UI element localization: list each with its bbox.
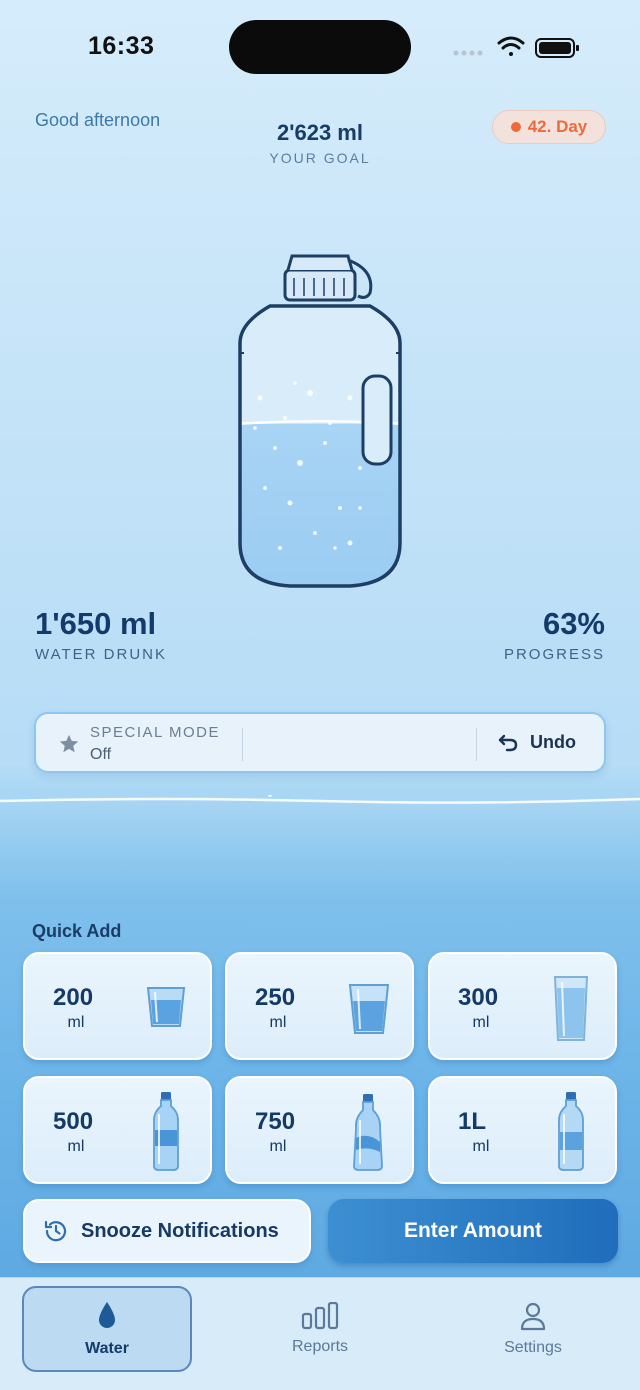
signal-icon	[453, 50, 483, 56]
tile-amount: 300	[458, 984, 499, 1011]
special-mode-toggle[interactable]: SPECIAL MODE Off	[36, 714, 242, 771]
tile-amount: 500	[53, 1108, 94, 1135]
quick-add-750[interactable]: 750 ml	[225, 1076, 414, 1184]
bar-chart-icon	[301, 1302, 339, 1330]
tab-bar: Water Reports Settings	[0, 1277, 640, 1390]
snooze-label: Snooze Notifications	[81, 1219, 279, 1242]
tall-glass-icon	[553, 976, 589, 1041]
undo-icon	[498, 734, 518, 751]
tile-unit: ml	[472, 1014, 490, 1031]
tile-amount: 750	[255, 1108, 296, 1135]
quick-add-200[interactable]: 200 ml	[23, 952, 212, 1060]
day-streak-badge[interactable]: 42. Day	[492, 110, 606, 144]
dynamic-island	[229, 20, 411, 74]
large-bottle-icon	[353, 1094, 383, 1171]
tab-settings[interactable]: Settings	[448, 1286, 618, 1372]
tile-unit: ml	[269, 1014, 287, 1031]
quick-add-title: Quick Add	[32, 921, 122, 941]
undo-label: Undo	[530, 732, 576, 752]
special-mode-value: Off	[90, 746, 112, 763]
small-glass-icon	[146, 987, 186, 1027]
tile-unit: ml	[269, 1138, 287, 1155]
wifi-icon	[497, 36, 525, 56]
special-mode-bar: SPECIAL MODE Off Undo	[34, 712, 606, 773]
water-tracker-screen: 16:33 Good afternoon 2'623 ml YOUR GOAL …	[0, 0, 640, 1390]
bottle-icon	[153, 1092, 179, 1171]
enter-amount-button[interactable]: Enter Amount	[328, 1199, 618, 1263]
tab-water[interactable]: Water	[22, 1286, 192, 1372]
water-bottle-illustration	[238, 254, 402, 588]
divider	[476, 728, 477, 761]
battery-icon	[535, 38, 579, 58]
divider	[242, 728, 243, 761]
snooze-notifications-button[interactable]: Snooze Notifications	[23, 1199, 311, 1263]
tile-unit: ml	[472, 1138, 490, 1155]
tab-reports[interactable]: Reports	[235, 1286, 405, 1372]
quick-add-250[interactable]: 250 ml	[225, 952, 414, 1060]
tile-unit: ml	[67, 1014, 85, 1031]
tile-unit: ml	[67, 1138, 85, 1155]
water-drop-icon	[99, 1302, 115, 1328]
quick-add-1l[interactable]: 1L ml	[428, 1076, 617, 1184]
water-drunk-value: 1'650 ml	[35, 606, 157, 641]
enter-amount-label: Enter Amount	[403, 1219, 543, 1242]
special-mode-title: SPECIAL MODE	[90, 724, 220, 741]
tab-reports-label: Reports	[291, 1338, 349, 1355]
tile-amount: 1L	[458, 1108, 487, 1135]
water-surface	[0, 795, 640, 804]
goal-label: YOUR GOAL	[269, 150, 371, 166]
history-clock-icon	[44, 1220, 67, 1242]
status-time: 16:33	[88, 32, 155, 60]
glass-icon	[348, 984, 390, 1034]
status-icons	[453, 36, 579, 58]
tab-water-label: Water	[85, 1340, 129, 1357]
undo-button[interactable]: Undo	[498, 732, 576, 753]
tab-settings-label: Settings	[504, 1339, 562, 1356]
progress-value: 63%	[542, 606, 605, 641]
liter-bottle-icon	[558, 1092, 584, 1171]
water-drunk-label: WATER DRUNK	[35, 646, 167, 663]
quick-add-500[interactable]: 500 ml	[23, 1076, 212, 1184]
quick-add-300[interactable]: 300 ml	[428, 952, 617, 1060]
person-icon	[520, 1302, 546, 1331]
day-badge-label: 42. Day	[527, 117, 588, 136]
progress-label: PROGRESS	[503, 646, 605, 663]
tile-amount: 200	[53, 984, 94, 1011]
dot-icon	[510, 122, 521, 132]
tile-amount: 250	[255, 984, 296, 1011]
